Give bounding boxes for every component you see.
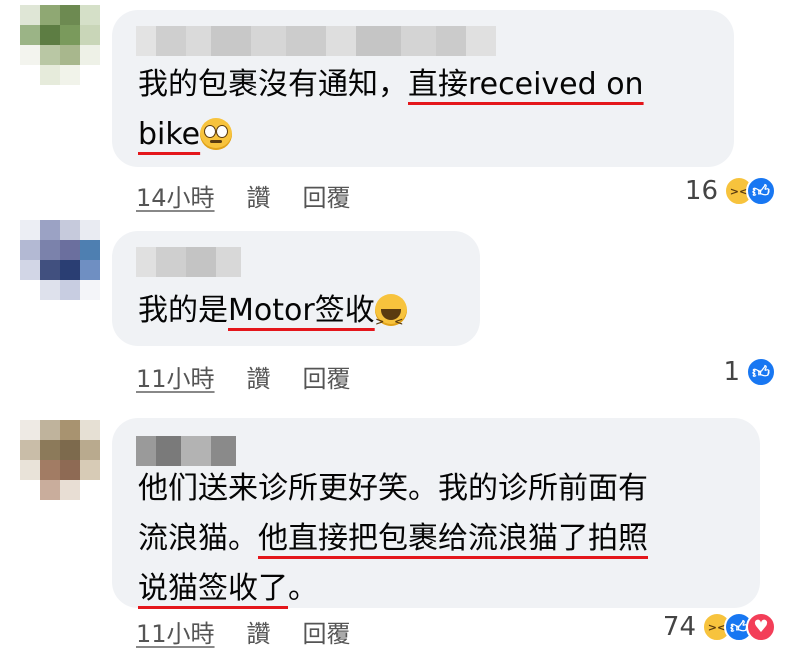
comment-line: 我的是Motor签收	[138, 286, 407, 347]
thumbs-up-icon: 👍︎	[746, 176, 776, 206]
comment-text: 我的是Motor签收	[138, 286, 407, 347]
timestamp-link[interactable]: 11小時	[136, 614, 215, 649]
text-underlined-word: Motor签收	[228, 293, 375, 328]
avatar[interactable]	[20, 5, 100, 85]
comment-bubble: 我的包裹沒有通知，直接received on bike	[112, 10, 734, 167]
like-button[interactable]: 讚	[247, 614, 271, 649]
reply-button[interactable]: 回覆	[303, 178, 351, 213]
heart-icon: ♥	[746, 612, 776, 642]
like-button[interactable]: 讚	[247, 178, 271, 213]
comment-actions: 11小時 讚 回覆	[136, 359, 351, 394]
comment-text: 我的包裹沒有通知，直接received on bike	[138, 60, 644, 160]
comment-text: 他们送来诊所更好笑。我的诊所前面有 流浪猫。他直接把包裹给流浪猫了拍照 说猫签收…	[138, 464, 648, 614]
comment-line: 流浪猫。他直接把包裹给流浪猫了拍照	[138, 514, 648, 564]
reactions-summary[interactable]: 1 👍︎	[723, 357, 776, 387]
reaction-count: 1	[723, 357, 740, 387]
text-underlined: 说猫签收了	[138, 571, 288, 606]
comment-actions: 11小時 讚 回覆	[136, 614, 351, 649]
comment-bubble: 我的是Motor签收	[112, 231, 480, 347]
reaction-count: 74	[662, 612, 696, 642]
author-name-redacted[interactable]	[136, 247, 241, 277]
avatar[interactable]	[20, 420, 100, 500]
author-name-redacted[interactable]	[136, 26, 496, 56]
like-button[interactable]: 讚	[247, 359, 271, 394]
comment-bubble: 他们送来诊所更好笑。我的诊所前面有 流浪猫。他直接把包裹给流浪猫了拍照 说猫签收…	[112, 418, 760, 608]
text-underlined: 直接received on	[408, 67, 644, 102]
comment-line: 说猫签收了。	[138, 564, 648, 614]
timestamp-link[interactable]: 14小時	[136, 178, 215, 213]
author-name-redacted[interactable]	[136, 436, 236, 466]
text-underlined-word: bike	[138, 117, 201, 152]
text-underlined: bike	[138, 117, 233, 152]
reaction-count: 16	[684, 176, 718, 206]
text-underlined: Motor签收	[228, 293, 407, 347]
face-with-rolling-eyes-icon	[200, 118, 233, 150]
text-plain: 流浪猫。	[138, 521, 258, 556]
text-plain: 我的包裹沒有通知，	[138, 67, 408, 102]
text-plain: 他们送来诊所更好笑。我的诊所前面有	[138, 471, 648, 506]
avatar[interactable]	[20, 220, 100, 300]
text-plain: 。	[288, 571, 318, 606]
text-plain: 我的是	[138, 293, 228, 328]
text-underlined: 他直接把包裹给流浪猫了拍照	[258, 521, 648, 556]
reactions-summary[interactable]: 74 >< 👍︎ ♥	[663, 612, 776, 642]
reply-button[interactable]: 回覆	[303, 614, 351, 649]
comment-line: 我的包裹沒有通知，直接received on	[138, 60, 644, 110]
comment-line: bike	[138, 110, 644, 160]
thumbs-up-icon: 👍︎	[746, 357, 776, 387]
timestamp-link[interactable]: 11小時	[136, 359, 215, 394]
reactions-summary[interactable]: 16 >< 👍︎	[685, 176, 776, 206]
reply-button[interactable]: 回覆	[303, 359, 351, 394]
comment-actions: 14小時 讚 回覆	[136, 178, 351, 213]
comment-line: 他们送来诊所更好笑。我的诊所前面有	[138, 464, 648, 514]
grinning-squinting-face-icon	[374, 294, 407, 347]
